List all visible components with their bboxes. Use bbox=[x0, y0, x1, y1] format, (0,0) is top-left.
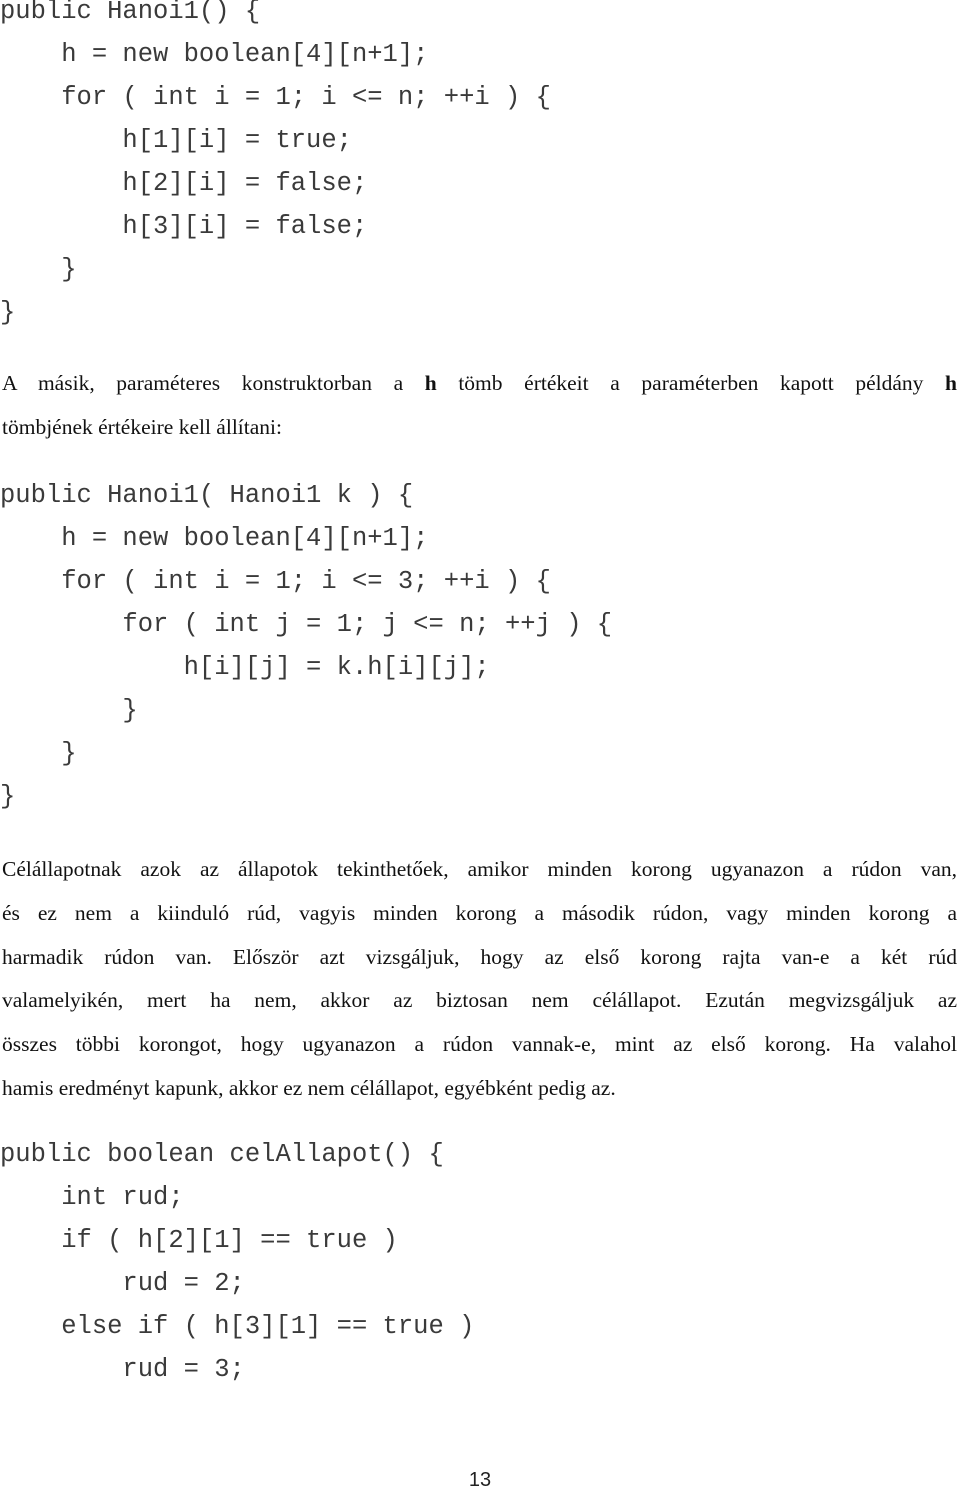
paragraph-line: valamelyikén, mert ha nem, akkor az bizt… bbox=[2, 988, 957, 1013]
paragraph-line: tömbjének értékeire kell állítani: bbox=[2, 414, 282, 439]
code-line: h = new boolean[4][n+1]; bbox=[0, 524, 429, 553]
paragraph-line: A másik, paraméteres konstruktorban a h … bbox=[2, 362, 957, 406]
code-line: } bbox=[0, 298, 16, 327]
code-line: else if ( h[3][1] == true ) bbox=[0, 1312, 475, 1341]
code-line: public boolean celAllapot() { bbox=[0, 1140, 444, 1169]
text-run: A másik, paraméteres konstruktorban a bbox=[2, 371, 425, 395]
code-line: } bbox=[0, 696, 138, 725]
code-line: public Hanoi1( Hanoi1 k ) { bbox=[0, 481, 414, 510]
code-line: } bbox=[0, 782, 16, 811]
paragraph-goal-state: Célállapotnak azok az állapotok tekinthe… bbox=[2, 848, 957, 1111]
code-line: } bbox=[0, 739, 77, 768]
bold-h: h bbox=[945, 371, 958, 395]
code-line: for ( int i = 1; i <= n; ++i ) { bbox=[0, 83, 551, 112]
code-line: h = new boolean[4][n+1]; bbox=[0, 40, 429, 69]
paragraph-line: összes többi korongot, hogy ugyanazon a … bbox=[2, 1032, 957, 1057]
paragraph-line: Célállapotnak azok az állapotok tekinthe… bbox=[2, 857, 957, 881]
text-run: tömb értékeit a paraméterben kapott péld… bbox=[436, 371, 946, 395]
paragraph-line: és ez nem a kiinduló rúd, vagyis minden … bbox=[2, 900, 957, 925]
code-line: h[1][i] = true; bbox=[0, 126, 352, 155]
page-number: 13 bbox=[468, 1469, 492, 1491]
code-line: } bbox=[0, 255, 77, 284]
code-line: public Hanoi1() { bbox=[0, 0, 261, 26]
code-line: h[i][j] = k.h[i][j]; bbox=[0, 653, 490, 682]
paragraph-copy-constructor-intro: A másik, paraméteres konstruktorban a h … bbox=[2, 362, 957, 450]
code-line: h[3][i] = false; bbox=[0, 212, 368, 241]
code-line: rud = 2; bbox=[0, 1269, 245, 1298]
paragraph-line: harmadik rúdon van. Először azt vizsgálj… bbox=[2, 944, 957, 969]
code-line: if ( h[2][1] == true ) bbox=[0, 1226, 398, 1255]
bold-h: h bbox=[424, 371, 437, 395]
code-line: for ( int i = 1; i <= 3; ++i ) { bbox=[0, 567, 551, 596]
code-line: h[2][i] = false; bbox=[0, 169, 368, 198]
paragraph-line: hamis eredményt kapunk, akkor ez nem cél… bbox=[2, 1075, 616, 1100]
code-line: for ( int j = 1; j <= n; ++j ) { bbox=[0, 610, 613, 639]
code-line: rud = 3; bbox=[0, 1355, 245, 1384]
code-line: int rud; bbox=[0, 1183, 184, 1212]
